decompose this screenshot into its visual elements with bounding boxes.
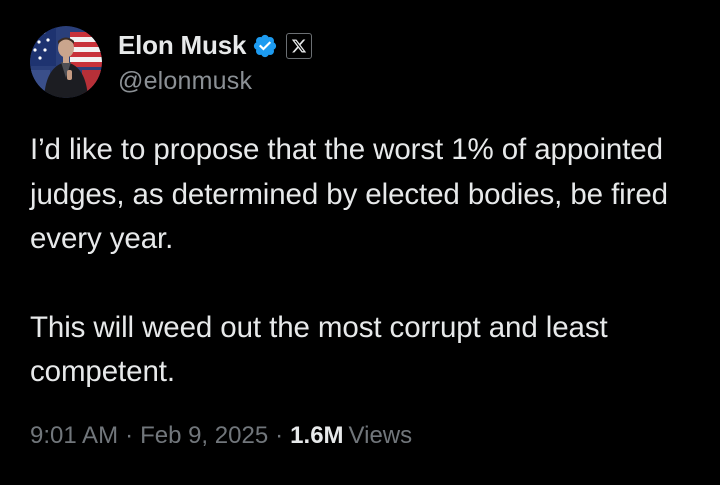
x-logo-icon[interactable]: [286, 32, 313, 59]
author-handle[interactable]: @elonmusk: [118, 67, 312, 96]
tweet-time[interactable]: 9:01 AM: [30, 422, 118, 449]
meta-separator: ·: [275, 422, 284, 449]
tweet-paragraph: I’d like to propose that the worst 1% of…: [30, 133, 668, 255]
views-label: Views: [348, 422, 413, 449]
avatar[interactable]: [30, 26, 102, 98]
meta-separator: ·: [125, 422, 134, 449]
author-identity: Elon Musk @elonmusk: [118, 29, 313, 96]
author-display-name[interactable]: Elon Musk: [118, 30, 246, 61]
tweet-meta: 9:01 AM · Feb 9, 2025 · 1.6M Views: [30, 422, 412, 450]
tweet-paragraph: This will weed out the most corrupt and …: [30, 310, 608, 389]
tweet-card: Elon Musk @elonmusk I’d like to propose …: [0, 0, 720, 485]
tweet-date[interactable]: Feb 9, 2025: [140, 422, 268, 449]
verified-badge-icon[interactable]: [252, 33, 278, 59]
views-count[interactable]: 1.6M: [290, 422, 343, 449]
tweet-header: Elon Musk @elonmusk: [30, 24, 313, 100]
author-name-row: Elon Musk: [118, 29, 313, 63]
tweet-text: I’d like to propose that the worst 1% of…: [30, 128, 690, 395]
